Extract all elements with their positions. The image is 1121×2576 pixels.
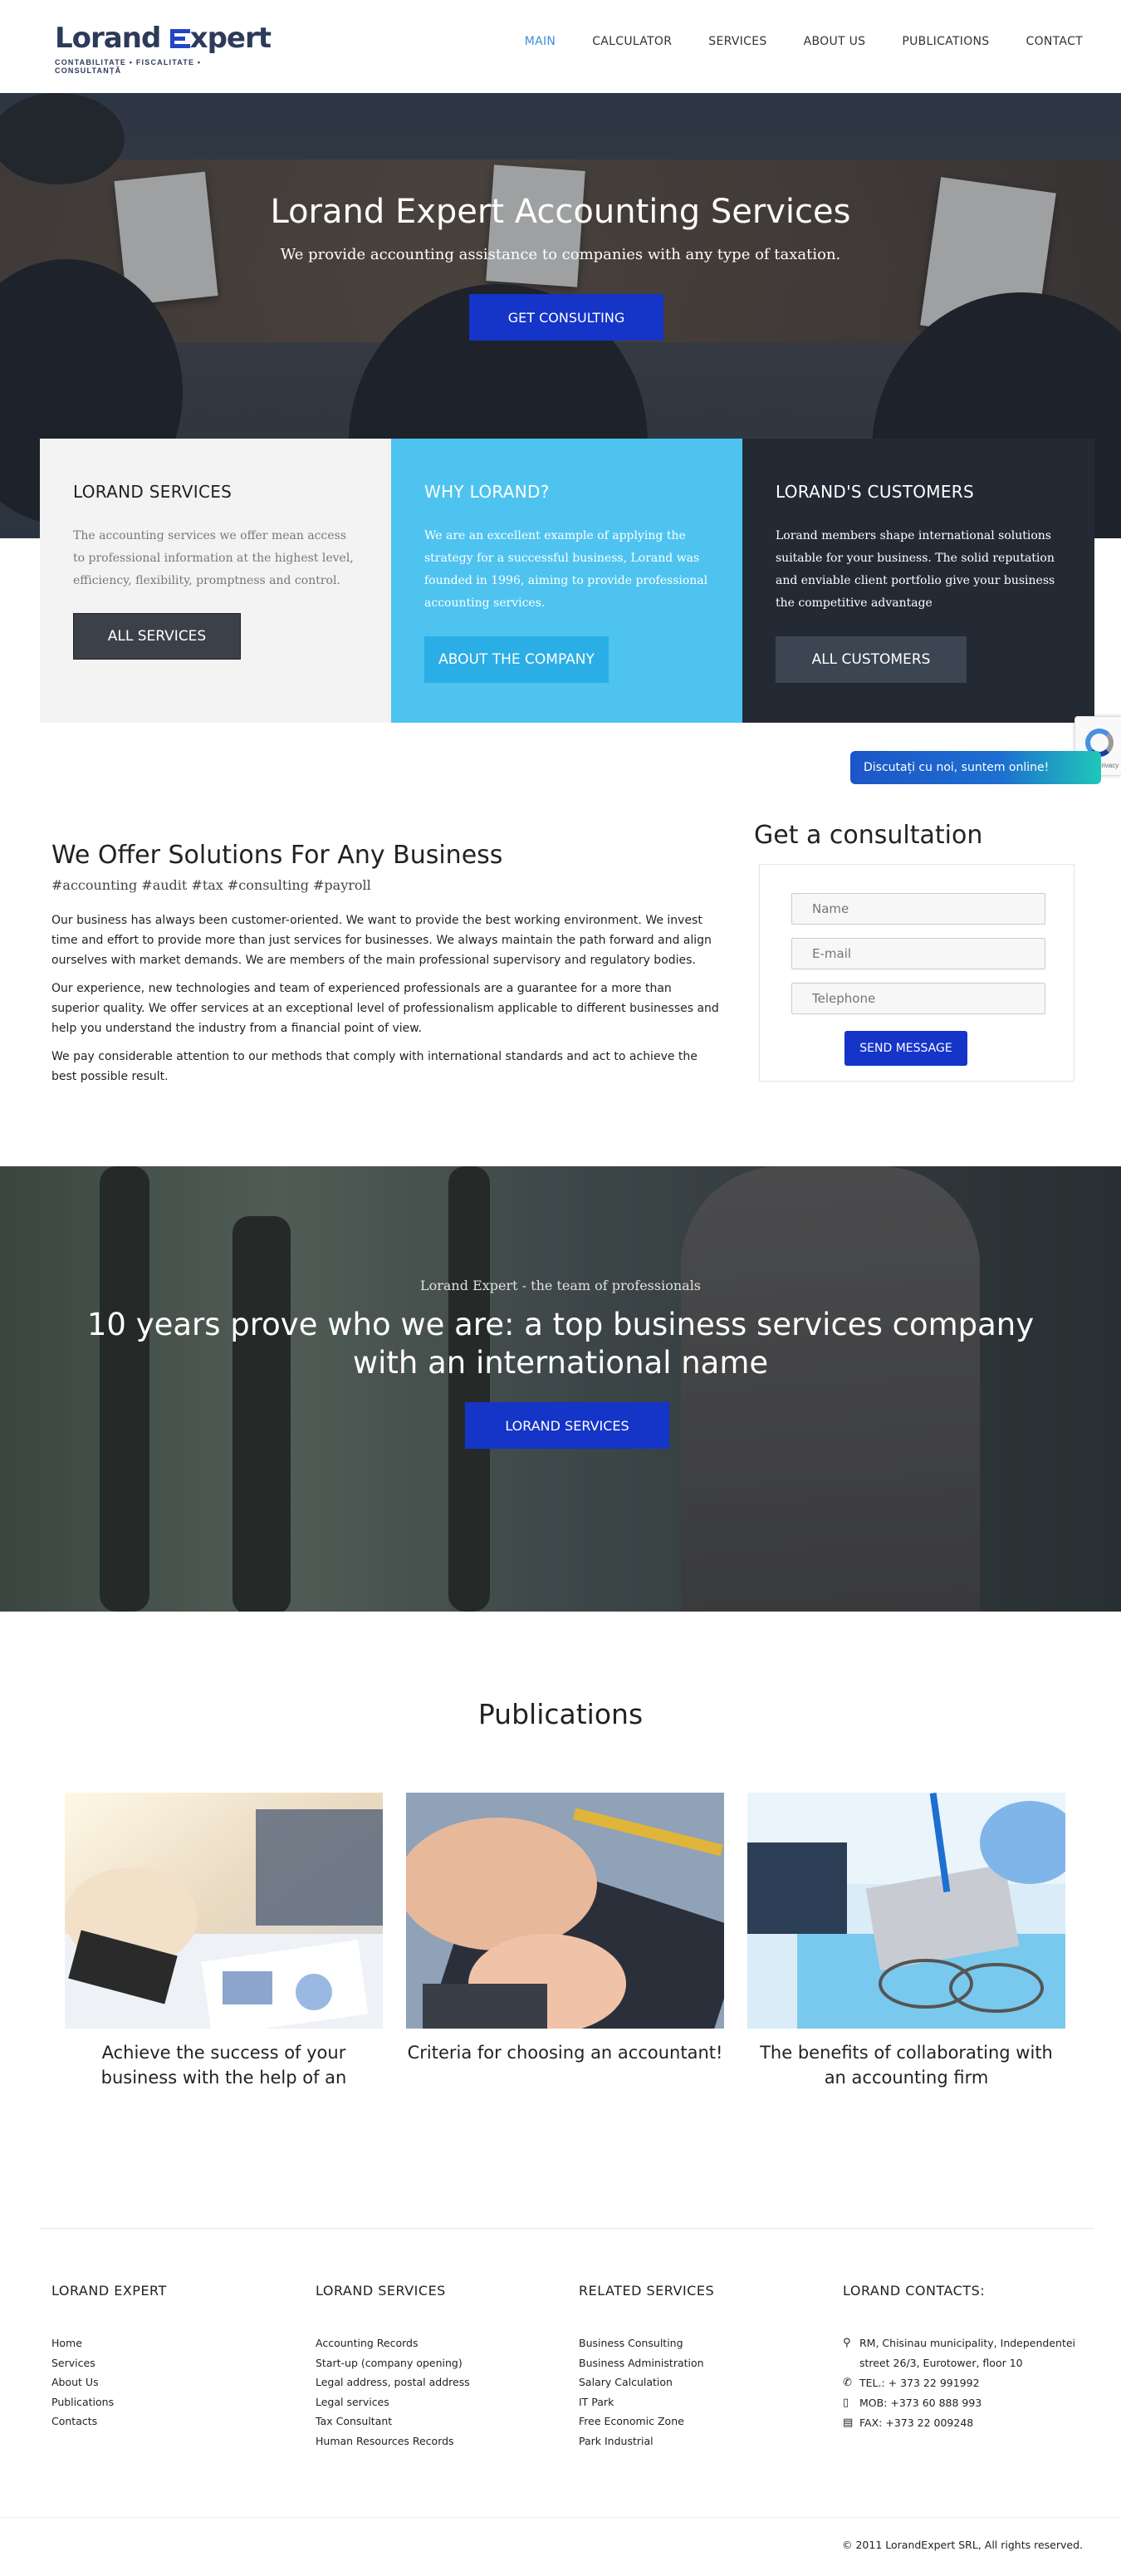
logo-e-mark: [170, 27, 191, 49]
logo[interactable]: Lorand xpert CONTABILITATE • FISCALITATE…: [55, 22, 272, 75]
logo-tagline: CONTABILITATE • FISCALITATE • CONSULTANȚ…: [55, 58, 202, 75]
publication-image-2: [406, 1793, 724, 2029]
banner-overlay: [0, 1166, 1121, 1612]
footer-related-link[interactable]: Salary Calculation: [579, 2372, 714, 2392]
publication-caption[interactable]: Achieve the success of your business wit…: [65, 2040, 383, 2088]
solutions-title: We Offer Solutions For Any Business: [51, 841, 503, 870]
footer-link-publications[interactable]: Publications: [51, 2392, 167, 2412]
footer-related-link[interactable]: Business Consulting: [579, 2333, 714, 2353]
consultation-form: SEND MESSAGE: [759, 864, 1074, 1082]
about-company-button[interactable]: ABOUT THE COMPANY: [424, 636, 609, 683]
nav-calculator[interactable]: CALCULATOR: [592, 35, 672, 48]
solutions-tags: #accounting #audit #tax #consulting #pay…: [51, 877, 371, 893]
why-lorand-box: WHY LORAND? We are an excellent example …: [391, 439, 742, 723]
footer-related-link[interactable]: Free Economic Zone: [579, 2412, 714, 2431]
footer-service-link[interactable]: Accounting Records: [316, 2333, 470, 2353]
footer-related-link[interactable]: Park Industrial: [579, 2431, 714, 2451]
logo-word-lorand: Lorand: [55, 22, 161, 55]
all-customers-button[interactable]: ALL CUSTOMERS: [776, 636, 967, 683]
footer-col-contacts: LORAND CONTACTS: ⚲ RM, Chisinau municipa…: [843, 2283, 1084, 2433]
contact-address: ⚲ RM, Chisinau municipality, Independent…: [843, 2333, 1084, 2373]
banner-section: Lorand Expert - the team of professional…: [0, 1166, 1121, 1612]
site-header: Lorand xpert CONTABILITATE • FISCALITATE…: [0, 0, 1121, 93]
copyright: © 2011 LorandExpert SRL, All rights rese…: [842, 2539, 1083, 2551]
publication-image[interactable]: [406, 1793, 724, 2029]
contact-fax-text: FAX: +373 22 009248: [859, 2417, 974, 2429]
solutions-paragraph: Our experience, new technologies and tea…: [51, 982, 719, 1035]
nav-contact[interactable]: CONTACT: [1026, 35, 1084, 48]
footer-link-home[interactable]: Home: [51, 2333, 167, 2353]
solutions-paragraph: Our business has always been customer-or…: [51, 914, 712, 967]
services-box: LORAND SERVICES The accounting services …: [40, 439, 391, 723]
customers-box-text: Lorand members shape international solut…: [776, 529, 1055, 610]
why-lorand-text: We are an excellent example of applying …: [424, 529, 708, 610]
footer-service-link[interactable]: Tax Consultant: [316, 2412, 470, 2431]
bottom-divider: [0, 2517, 1121, 2518]
footer-service-link[interactable]: Human Resources Records: [316, 2431, 470, 2451]
nav-services[interactable]: SERVICES: [708, 35, 766, 48]
publication-caption[interactable]: Criteria for choosing an accountant!: [406, 2040, 724, 2088]
nav-publications[interactable]: PUBLICATIONS: [902, 35, 989, 48]
live-chat-button[interactable]: Discutați cu noi, suntem online!: [850, 751, 1101, 784]
get-consulting-button[interactable]: GET CONSULTING: [469, 294, 663, 341]
lorand-services-button[interactable]: LORAND SERVICES: [465, 1402, 669, 1449]
contact-mob[interactable]: ▯ MOB: +373 60 888 993: [843, 2393, 1084, 2413]
footer-divider: [40, 2228, 1094, 2229]
publication-image-3: [747, 1793, 1065, 2029]
hero-subtitle: We provide accounting assistance to comp…: [280, 246, 841, 263]
footer-col-lorand-expert: LORAND EXPERT Home Services About Us Pub…: [51, 2283, 167, 2431]
footer-col-title: RELATED SERVICES: [579, 2283, 715, 2299]
footer-related-link[interactable]: Business Administration: [579, 2353, 714, 2373]
footer-link-contacts[interactable]: Contacts: [51, 2412, 167, 2431]
contact-fax: ▤ FAX: +373 22 009248: [843, 2413, 1084, 2433]
mobile-icon: ▯: [843, 2397, 849, 2409]
banner-title: 10 years prove who we are: a top busines…: [0, 1306, 1121, 1382]
hero-title: Lorand Expert Accounting Services: [270, 193, 851, 231]
banner-kicker: Lorand Expert - the team of professional…: [419, 1278, 702, 1293]
name-field[interactable]: [791, 893, 1045, 925]
footer-col-title: LORAND SERVICES: [316, 2283, 446, 2299]
footer-col-title: LORAND EXPERT: [51, 2283, 167, 2299]
map-marker-icon: ⚲: [843, 2337, 851, 2349]
publication-image[interactable]: [65, 1793, 383, 2029]
logo-word-xpert: xpert: [189, 22, 272, 55]
contact-tel[interactable]: ✆ TEL.: + 373 22 991992: [843, 2373, 1084, 2393]
all-services-button[interactable]: ALL SERVICES: [73, 613, 241, 660]
footer-col-services: LORAND SERVICES Accounting Records Start…: [316, 2283, 470, 2451]
telephone-field[interactable]: [791, 983, 1045, 1014]
publication-image[interactable]: [747, 1793, 1065, 2029]
footer-link-services[interactable]: Services: [51, 2353, 167, 2373]
fax-icon: ▤: [843, 2417, 854, 2429]
nav-main[interactable]: MAIN: [525, 35, 556, 48]
solutions-paragraph: We pay considerable attention to our met…: [51, 1050, 698, 1083]
footer-related-link[interactable]: IT Park: [579, 2392, 714, 2412]
banner-title-line: 10 years prove who we are: a top busines…: [86, 1307, 1035, 1342]
why-lorand-title: WHY LORAND?: [424, 482, 550, 502]
publications-title: Publications: [477, 1698, 644, 1730]
customers-box-title: LORAND'S CUSTOMERS: [776, 482, 974, 502]
publication-caption[interactable]: The benefits of collaborating with an ac…: [747, 2040, 1065, 2088]
nav-about-us[interactable]: ABOUT US: [804, 35, 866, 48]
publication-image-1: [65, 1793, 383, 2029]
main-nav: MAIN CALCULATOR SERVICES ABOUT US PUBLIC…: [525, 35, 1083, 48]
services-box-title: LORAND SERVICES: [73, 482, 233, 502]
consultation-title: Get a consultation: [754, 821, 983, 850]
footer-service-link[interactable]: Start-up (company opening): [316, 2353, 470, 2373]
services-box-text: The accounting services we offer mean ac…: [73, 529, 354, 587]
phone-icon: ✆: [843, 2377, 852, 2389]
customers-box: LORAND'S CUSTOMERS Lorand members shape …: [742, 439, 1094, 723]
banner-title-line: with an international name: [352, 1345, 769, 1381]
email-field[interactable]: [791, 938, 1045, 969]
footer-service-link[interactable]: Legal services: [316, 2392, 470, 2412]
footer-col-title: LORAND CONTACTS:: [843, 2283, 986, 2299]
send-message-button[interactable]: SEND MESSAGE: [844, 1031, 967, 1066]
contact-tel-text: TEL.: + 373 22 991992: [859, 2377, 980, 2389]
contact-mob-text: MOB: +373 60 888 993: [859, 2397, 982, 2409]
footer-link-about-us[interactable]: About Us: [51, 2372, 167, 2392]
footer-col-related: RELATED SERVICES Business Consulting Bus…: [579, 2283, 714, 2451]
footer-service-link[interactable]: Legal address, postal address: [316, 2372, 470, 2392]
contact-address-text: RM, Chisinau municipality, Independentei…: [859, 2337, 1076, 2369]
